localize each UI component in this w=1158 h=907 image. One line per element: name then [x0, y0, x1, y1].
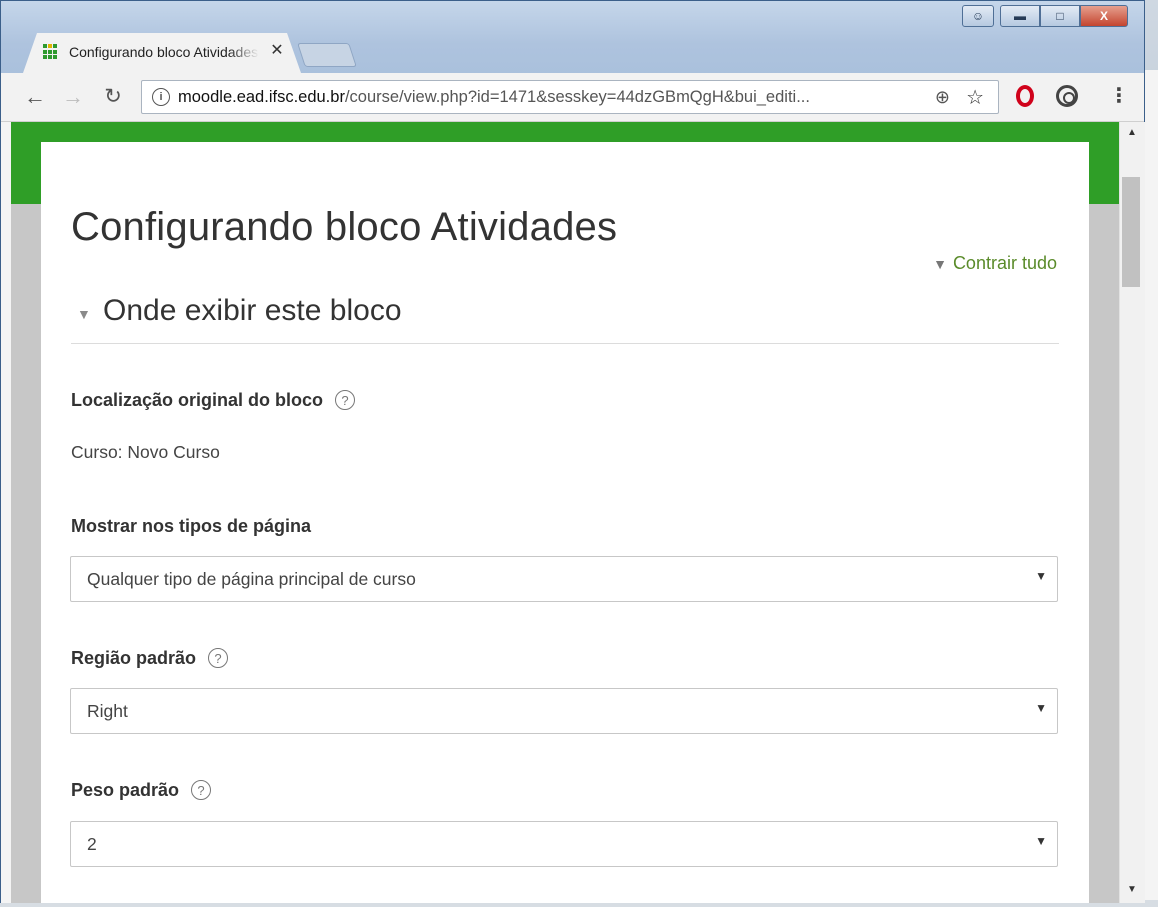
opera-icon[interactable] — [1016, 85, 1034, 107]
help-icon[interactable]: ? — [191, 780, 212, 800]
help-icon[interactable]: ? — [335, 390, 356, 410]
new-tab-button[interactable] — [297, 43, 357, 67]
url-path: /course/view.php?id=1471&sesskey=44dzGBm… — [344, 88, 810, 106]
user-icon[interactable]: ☺ — [962, 5, 994, 27]
maximize-icon[interactable]: □ — [1040, 5, 1080, 27]
tab-close-icon[interactable]: ✕ — [267, 41, 287, 61]
title-bar: Configurando bloco Atividades ✕ ☺ ▬ □ X — [1, 1, 1144, 79]
default-weight-label-text: Peso padrão — [71, 780, 180, 800]
forward-icon[interactable]: → — [61, 85, 85, 109]
page-title: Configurando bloco Atividades — [71, 204, 618, 249]
browser-window: Configurando bloco Atividades ✕ ☺ ▬ □ X … — [0, 0, 1145, 903]
scroll-up-icon[interactable]: ▲ — [1127, 127, 1137, 138]
caret-down-icon: ▼ — [933, 256, 947, 272]
default-weight-label: Peso padrão? — [71, 780, 212, 801]
info-icon[interactable]: i — [152, 88, 170, 106]
collapse-all-label: Contrair tudo — [952, 253, 1057, 273]
browser-toolbar: ← → ↻ i moodle.ead.ifsc.edu.br/course/vi… — [1, 73, 1144, 122]
section-title: Onde exibir este bloco — [103, 294, 402, 327]
default-region-value: Right — [87, 701, 128, 721]
original-location-value: Curso: Novo Curso — [71, 442, 220, 462]
page-types-value: Qualquer tipo de página principal de cur… — [87, 569, 416, 589]
page-types-label: Mostrar nos tipos de página — [71, 516, 312, 536]
close-icon[interactable]: X — [1080, 5, 1128, 27]
scroll-thumb[interactable] — [1122, 177, 1140, 287]
url-host: moodle.ead.ifsc.edu.br — [178, 88, 345, 106]
star-icon[interactable]: ☆ — [966, 85, 984, 110]
viewport-left-edge — [1, 122, 11, 903]
default-region-label: Região padrão? — [71, 648, 229, 669]
back-icon[interactable]: ← — [23, 85, 47, 109]
zoom-icon[interactable]: ⊕ — [935, 87, 950, 108]
page-types-select[interactable]: Qualquer tipo de página principal de cur… — [70, 556, 1058, 602]
minimize-icon[interactable]: ▬ — [1000, 5, 1040, 27]
scroll-down-icon[interactable]: ▼ — [1127, 884, 1137, 895]
tab-title: Configurando bloco Atividades — [69, 44, 259, 60]
tab-active[interactable]: Configurando bloco Atividades ✕ — [23, 33, 301, 73]
extension-icon[interactable] — [1056, 85, 1078, 107]
default-weight-value: 2 — [87, 834, 97, 854]
default-region-select[interactable]: Right ▼ — [70, 688, 1058, 734]
caret-down-icon: ▼ — [77, 306, 91, 322]
dropdown-arrow-icon: ▼ — [1035, 701, 1047, 715]
section-header[interactable]: ▼ Onde exibir este bloco — [71, 292, 1059, 344]
collapse-all-link[interactable]: ▼ Contrair tudo — [933, 253, 1057, 274]
page-viewport: Configurando bloco Atividades ▼ Contrair … — [1, 122, 1119, 903]
help-icon[interactable]: ? — [208, 648, 229, 668]
address-bar[interactable]: i moodle.ead.ifsc.edu.br/course/view.php… — [141, 80, 999, 114]
content-card: Configurando bloco Atividades ▼ Contrair … — [41, 142, 1089, 903]
menu-icon[interactable]: ⋮ — [1109, 83, 1129, 109]
vertical-scrollbar[interactable]: ▲ ▼ — [1119, 122, 1145, 903]
default-weight-select[interactable]: 2 ▼ — [70, 821, 1058, 867]
original-location-label: Localização original do bloco? — [71, 390, 356, 411]
original-location-label-text: Localização original do bloco — [71, 390, 324, 410]
window-controls: ☺ ▬ □ X — [962, 5, 1128, 27]
dropdown-arrow-icon: ▼ — [1035, 834, 1047, 848]
moodle-favicon-icon — [43, 44, 59, 60]
default-region-label-text: Região padrão — [71, 648, 197, 668]
reload-icon[interactable]: ↻ — [101, 85, 125, 109]
dropdown-arrow-icon: ▼ — [1035, 569, 1047, 583]
url-text[interactable]: moodle.ead.ifsc.edu.br/course/view.php?i… — [178, 88, 810, 107]
